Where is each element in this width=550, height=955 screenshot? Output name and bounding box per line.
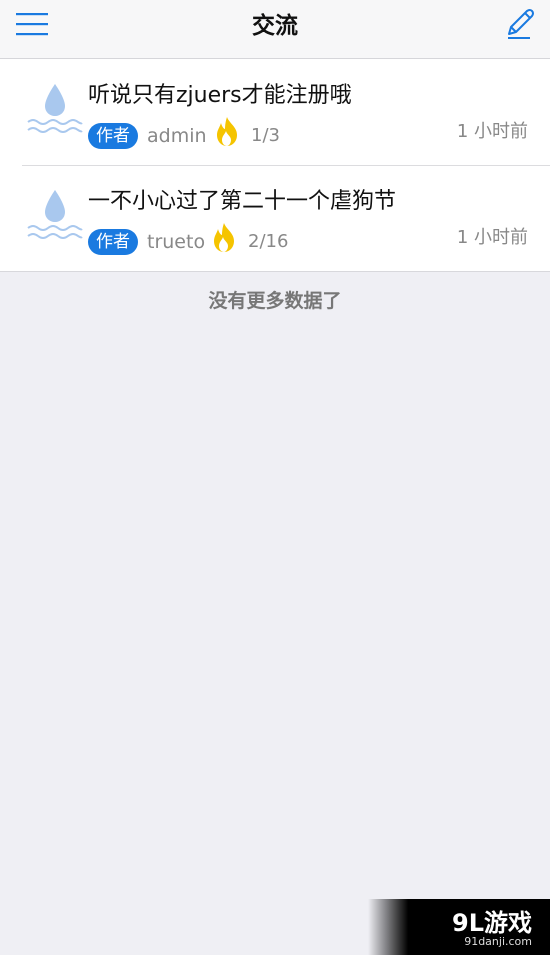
post-title: 一不小心过了第二十一个虐狗节 [88, 189, 397, 214]
author-name: trueto [147, 231, 206, 253]
pencil-edit-icon[interactable] [500, 5, 538, 43]
watermark-site: 91danji.com [464, 935, 532, 948]
post-list: 听说只有zjuers才能注册哦 作者 admin 1/3 1 小时前 一不小心过… [0, 59, 550, 272]
fire-icon [211, 115, 243, 147]
fire-icon [208, 221, 240, 253]
watermark: 9L游戏 91danji.com [368, 899, 550, 955]
post-time: 1 小时前 [456, 227, 528, 248]
watermark-logo: 9L游戏 [452, 909, 532, 937]
water-drop-icon [26, 81, 84, 139]
water-drop-icon [26, 187, 84, 245]
reply-count: 2/16 [248, 231, 289, 252]
post-title: 听说只有zjuers才能注册哦 [88, 83, 352, 108]
reply-count: 1/3 [251, 125, 280, 146]
no-more-data-label: 没有更多数据了 [208, 290, 342, 312]
page-title: 交流 [252, 13, 298, 39]
author-badge: 作者 [88, 229, 138, 255]
author-badge: 作者 [88, 123, 138, 149]
nav-bar: 交流 [0, 0, 550, 59]
post-row[interactable]: 听说只有zjuers才能注册哦 作者 admin 1/3 1 小时前 [0, 59, 550, 165]
post-time: 1 小时前 [456, 121, 528, 142]
author-name: admin [147, 125, 207, 147]
post-row[interactable]: 一不小心过了第二十一个虐狗节 作者 trueto 2/16 1 小时前 [0, 165, 550, 271]
